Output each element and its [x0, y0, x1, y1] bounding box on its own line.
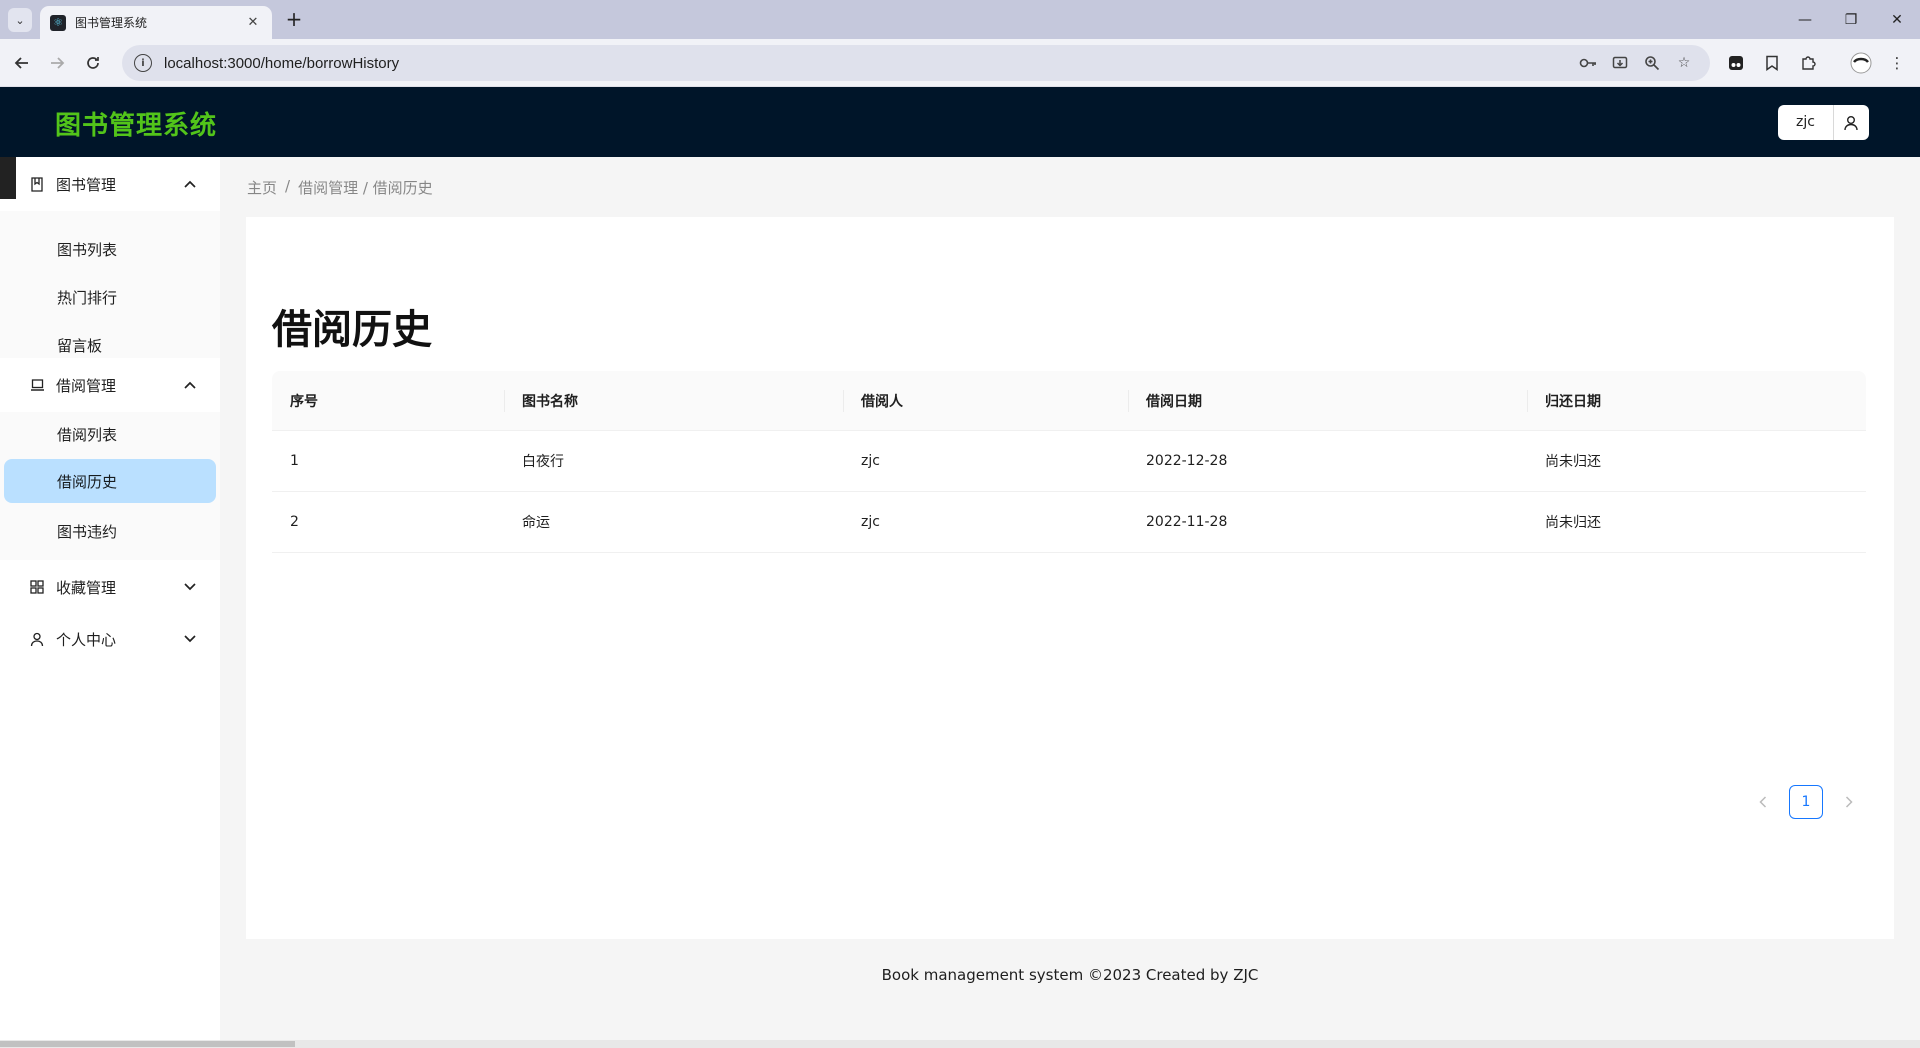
- cell-borrow-date: 2022-12-28: [1146, 453, 1228, 469]
- cell-borrower: zjc: [861, 453, 880, 469]
- book-icon: [30, 176, 46, 192]
- cell-index: 1: [290, 453, 299, 469]
- prev-page-button[interactable]: [1746, 785, 1780, 819]
- tab-search-button[interactable]: ⌄: [8, 8, 32, 32]
- chevron-right-icon: [1845, 796, 1853, 808]
- column-header-borrow-date: 借阅日期: [1128, 371, 1527, 431]
- menu-book-management[interactable]: 图书管理: [0, 157, 220, 211]
- zoom-icon[interactable]: [1642, 53, 1662, 73]
- submenu-book-management: 图书列表 热门排行 留言板: [0, 211, 220, 358]
- scrollbar-thumb[interactable]: [0, 1041, 295, 1047]
- user-button-group: zjc: [1778, 105, 1869, 140]
- address-bar[interactable]: i localhost:3000/home/borrowHistory ☆: [122, 45, 1710, 81]
- restore-button[interactable]: ❐: [1828, 0, 1874, 39]
- menu-personal-center[interactable]: 个人中心: [0, 612, 220, 666]
- sidebar-item-book-list[interactable]: 图书列表: [4, 227, 216, 271]
- cell-index: 2: [290, 514, 299, 530]
- url-text[interactable]: localhost:3000/home/borrowHistory: [164, 55, 399, 72]
- username-button[interactable]: zjc: [1778, 105, 1834, 140]
- extension-tampermonkey-icon[interactable]: [1725, 52, 1747, 74]
- user-profile-button[interactable]: [1834, 105, 1869, 140]
- tab-close-icon[interactable]: ✕: [244, 15, 262, 30]
- menu-label: 借阅管理: [56, 376, 117, 395]
- sidebar-item-hot-ranking[interactable]: 热门排行: [4, 275, 216, 319]
- next-page-button[interactable]: [1832, 785, 1866, 819]
- horizontal-scrollbar[interactable]: [0, 1040, 1920, 1048]
- table-row: 2 命运 zjc 2022-11-28 尚未归还: [272, 492, 1866, 553]
- user-icon: [30, 632, 46, 647]
- cell-borrow-date: 2022-11-28: [1146, 514, 1228, 530]
- reload-icon: [87, 57, 99, 69]
- menu-favorites-management[interactable]: 收藏管理: [0, 560, 220, 614]
- menu-label: 个人中心: [56, 630, 117, 649]
- column-header-borrower: 借阅人: [843, 371, 1128, 431]
- column-header-index: 序号: [290, 393, 318, 410]
- content-card: 借阅历史 序号 图书名称 借阅人 借阅日期 归还日期 1 白夜行 zjc 202…: [246, 217, 1894, 939]
- chevron-down-icon: [184, 581, 196, 594]
- sidebar-item-borrow-history[interactable]: 借阅历史: [4, 459, 216, 503]
- cell-return-date: 尚未归还: [1545, 515, 1601, 531]
- table-header: 序号 图书名称 借阅人 借阅日期 归还日期: [272, 371, 1866, 431]
- sidebar-item-borrow-list[interactable]: 借阅列表: [4, 412, 216, 456]
- user-icon: [1844, 115, 1859, 130]
- new-tab-button[interactable]: +: [282, 8, 306, 32]
- forward-arrow-icon: [51, 57, 65, 69]
- submenu-borrow-management: 借阅列表 借阅历史 图书违约: [0, 412, 220, 560]
- page-number-button[interactable]: 1: [1789, 785, 1823, 819]
- breadcrumb-current: 借阅管理 / 借阅历史: [298, 179, 433, 197]
- appstore-icon: [30, 580, 46, 594]
- cell-return-date: 尚未归还: [1545, 454, 1601, 470]
- react-favicon-icon: ⚛: [50, 14, 66, 31]
- extensions-puzzle-icon[interactable]: [1797, 52, 1819, 74]
- laptop-icon: [30, 378, 46, 392]
- chevron-up-icon: [184, 178, 196, 191]
- cell-book-name: 白夜行: [522, 454, 564, 470]
- chevron-down-icon: [184, 633, 196, 646]
- breadcrumb-home-link[interactable]: 主页: [247, 177, 277, 198]
- breadcrumb-separator: /: [285, 177, 291, 195]
- install-app-icon[interactable]: [1610, 53, 1630, 73]
- borrow-history-table: 序号 图书名称 借阅人 借阅日期 归还日期 1 白夜行 zjc 2022-12-…: [272, 371, 1866, 553]
- back-arrow-icon: [14, 57, 28, 69]
- browser-menu-icon[interactable]: ⋮: [1886, 52, 1908, 74]
- column-header-book-name: 图书名称: [504, 371, 843, 431]
- reading-list-icon[interactable]: [1761, 52, 1783, 74]
- menu-borrow-management[interactable]: 借阅管理: [0, 358, 220, 412]
- cell-book-name: 命运: [522, 515, 550, 531]
- sidebar: 图书管理 图书列表 热门排行 留言板 借阅管理 借阅列表 借阅历史 图书违约 收…: [0, 157, 220, 1048]
- column-header-return-date: 归还日期: [1527, 371, 1866, 431]
- chevron-left-icon: [1759, 796, 1767, 808]
- reload-button[interactable]: [81, 51, 105, 75]
- footer: Book management system ©2023 Created by …: [881, 966, 1259, 984]
- table-row: 1 白夜行 zjc 2022-12-28 尚未归还: [272, 431, 1866, 492]
- site-info-icon[interactable]: i: [134, 54, 152, 72]
- sidebar-item-book-violation[interactable]: 图书违约: [4, 509, 216, 553]
- pagination: 1: [1746, 785, 1866, 819]
- breadcrumb: 主页 / 借阅管理 / 借阅历史: [247, 177, 441, 198]
- page-title: 借阅历史: [272, 307, 432, 353]
- password-key-icon[interactable]: [1578, 53, 1598, 73]
- bookmark-star-icon[interactable]: ☆: [1674, 53, 1694, 73]
- menu-label: 图书管理: [56, 175, 117, 194]
- browser-toolbar: i localhost:3000/home/borrowHistory ☆ ⋮: [0, 39, 1920, 87]
- minimize-button[interactable]: —: [1782, 0, 1828, 39]
- menu-label: 收藏管理: [56, 578, 117, 597]
- chevron-up-icon: [184, 379, 196, 392]
- forward-button[interactable]: [45, 51, 69, 75]
- back-button[interactable]: [10, 51, 34, 75]
- app-logo: 图书管理系统: [55, 111, 218, 141]
- cell-borrower: zjc: [861, 514, 880, 530]
- app-header: 图书管理系统 zjc: [0, 87, 1920, 157]
- browser-tab-bar: ⌄ ⚛ 图书管理系统 ✕ + — ❐ ✕: [0, 0, 1920, 39]
- profile-avatar-icon[interactable]: [1850, 52, 1872, 74]
- browser-tab[interactable]: ⚛ 图书管理系统 ✕: [40, 6, 272, 39]
- close-window-button[interactable]: ✕: [1874, 0, 1920, 39]
- tab-title: 图书管理系统: [75, 16, 148, 30]
